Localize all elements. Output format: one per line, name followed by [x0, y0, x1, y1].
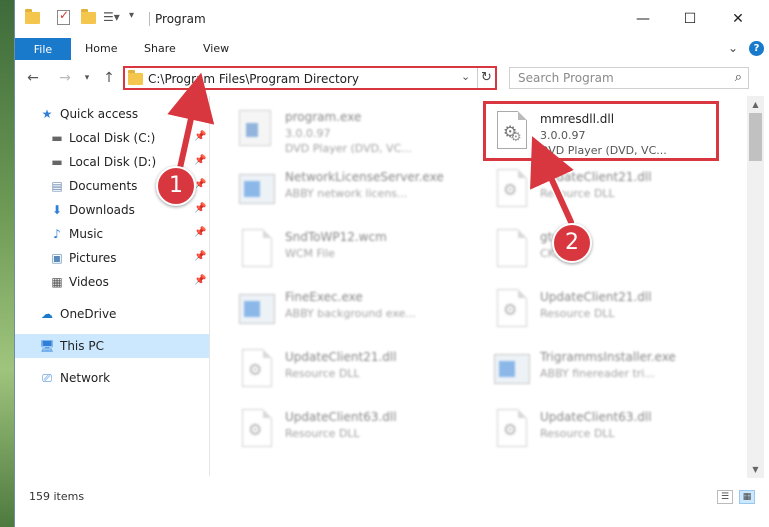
callout-badge-one: 1 [156, 166, 196, 206]
annotation-arrows [167, 72, 576, 227]
callout-badge-two: 2 [552, 223, 592, 263]
